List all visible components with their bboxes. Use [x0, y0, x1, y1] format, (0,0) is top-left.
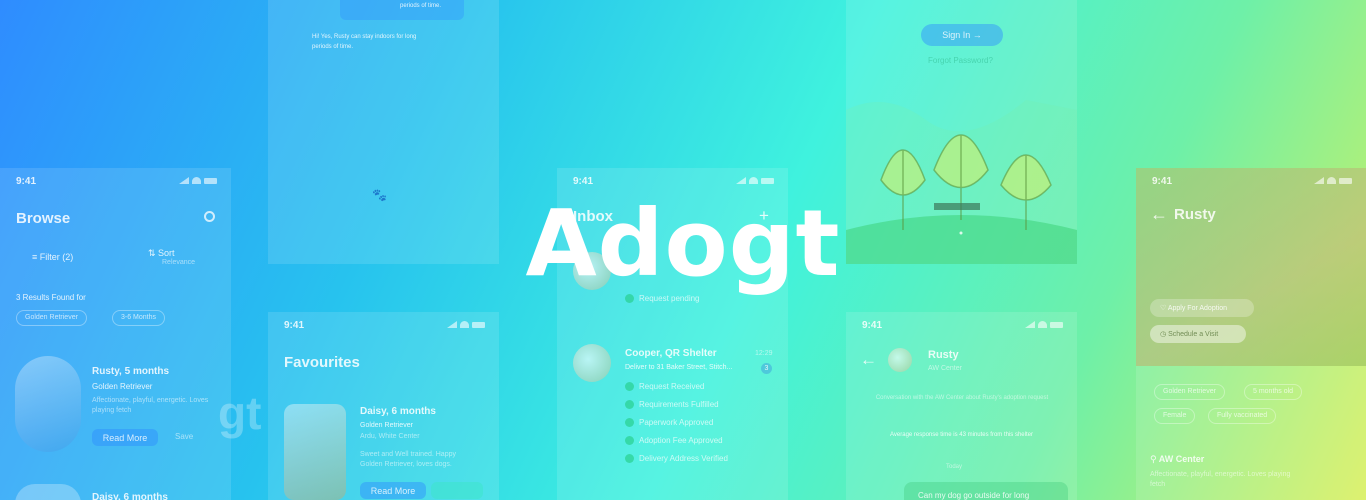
pet-photo[interactable]: [15, 484, 81, 500]
status-bar: 9:41: [284, 320, 485, 332]
wifi-icon: [192, 177, 201, 184]
sign-in-label: Sign In: [942, 30, 971, 40]
page-title: Favourites: [284, 354, 360, 371]
status-time: 9:41: [573, 176, 594, 187]
check-icon: [625, 454, 634, 463]
tag-chip: Fully vaccinated: [1208, 408, 1277, 424]
signal-icon: [736, 177, 746, 184]
chat-button[interactable]: [431, 482, 483, 499]
pet-photo[interactable]: [284, 404, 346, 500]
clock-icon: ◷: [1160, 331, 1169, 338]
check-icon: [625, 382, 634, 391]
apply-button[interactable]: ♡ Apply For Adoption: [1150, 299, 1254, 317]
progress-step: Request Received: [625, 382, 728, 391]
check-icon: [625, 418, 634, 427]
status-bar: 9:41: [1152, 176, 1352, 188]
pet-breed: Golden Retriever: [92, 382, 153, 391]
battery-icon: [761, 177, 774, 184]
step-label: Adoption Fee Approved: [639, 436, 723, 445]
chat-bubble-sent: Can my dog go outside for long: [904, 482, 1068, 500]
status-bar: 9:41: [16, 176, 217, 188]
progress-steps: Request Received Requirements Fulfilled …: [625, 382, 728, 472]
battery-icon: [1339, 177, 1352, 184]
status-time: 9:41: [862, 320, 883, 331]
response-note: Average response time is 43 minutes from…: [890, 432, 1033, 438]
bubble-text: periods of time.: [400, 3, 442, 9]
battery-icon: [1050, 321, 1063, 328]
arrow-right-icon: →: [972, 30, 982, 40]
step-label: Requirements Fulfilled: [639, 400, 719, 409]
signal-icon: [1314, 177, 1324, 184]
chat-title: Rusty: [928, 349, 959, 361]
chat-bubble-sent: periods of time.: [340, 0, 464, 20]
chat-message: Hi! Yes, Rusty can stay indoors for long…: [312, 34, 417, 50]
tag-chip: 5 months old: [1244, 384, 1303, 400]
forgot-password-link[interactable]: Forgot Password?: [928, 56, 993, 65]
day-label: Today: [946, 464, 963, 470]
chat-subtitle: AW Center: [928, 365, 962, 372]
check-icon: [625, 436, 634, 445]
pet-location: Ardu, White Center: [360, 433, 420, 440]
pet-description: Affectionate, playful, energetic. Loves …: [1150, 471, 1291, 488]
back-arrow-icon[interactable]: ←: [860, 350, 877, 370]
wifi-icon: [749, 177, 758, 184]
signal-icon: [1025, 321, 1035, 328]
signal-icon: [179, 177, 189, 184]
brand-logo: Adogt: [525, 190, 841, 297]
avatar: [573, 344, 611, 382]
step-label: Paperwork Approved: [639, 418, 714, 427]
pet-name: Daisy, 6 months: [92, 492, 168, 500]
pet-name: Rusty, 5 months: [92, 366, 170, 377]
wifi-icon: [1038, 321, 1047, 328]
wifi-icon: [460, 321, 469, 328]
location-row: ⚲ AW Center: [1150, 454, 1204, 465]
conversation-address: Deliver to 31 Baker Street, Stitch...: [625, 364, 733, 371]
pet-photo[interactable]: [15, 356, 81, 452]
visit-label: Schedule a Visit: [1168, 331, 1219, 338]
progress-step: Adoption Fee Approved: [625, 436, 728, 445]
battery-icon: [472, 321, 485, 328]
filter-chip[interactable]: 3-6 Months: [112, 310, 166, 326]
signal-icon: [447, 321, 457, 328]
schedule-visit-button[interactable]: ◷ Schedule a Visit: [1150, 325, 1246, 343]
pet-breed: Golden Retriever: [360, 422, 413, 429]
progress-step: Requirements Fulfilled: [625, 400, 728, 409]
step-label: Delivery Address Verified: [639, 454, 728, 463]
heart-icon: ♡: [1160, 305, 1168, 312]
unread-badge: 3: [761, 363, 772, 374]
bubble-text: Can my dog go outside for long: [918, 491, 1030, 500]
avatar: [888, 348, 912, 372]
read-more-button[interactable]: Read More: [360, 482, 426, 499]
wifi-icon: [1327, 177, 1336, 184]
status-time: 9:41: [284, 320, 305, 331]
progress-step: Delivery Address Verified: [625, 454, 728, 463]
save-button[interactable]: Save: [175, 432, 193, 441]
chat-intro: Conversation with the AW Center about Ru…: [875, 395, 1049, 401]
favourites-screen: 9:41 Favourites Daisy, 6 months Golden R…: [268, 312, 499, 500]
pet-description: Sweet and Well trained. Happy Golden Ret…: [360, 451, 456, 468]
check-icon: [625, 400, 634, 409]
progress-step: Paperwork Approved: [625, 418, 728, 427]
tag-chip: Golden Retriever: [1154, 384, 1225, 400]
status-time: 9:41: [1152, 176, 1173, 187]
pin-icon: ⚲: [1150, 454, 1159, 464]
conversation-name[interactable]: Cooper, QR Shelter: [625, 348, 717, 359]
filter-chip[interactable]: Golden Retriever: [16, 310, 87, 326]
conversation-time: 12:29: [755, 350, 773, 357]
ghost-logo-fragment: gt: [218, 387, 262, 439]
apply-label: Apply For Adoption: [1167, 305, 1227, 312]
location-label: AW Center: [1158, 454, 1205, 464]
step-label: Request Received: [639, 382, 705, 391]
tag-chip: Female: [1154, 408, 1196, 424]
pet-name: Daisy, 6 months: [360, 406, 436, 417]
pet-description: Affectionate, playful, energetic. Loves …: [92, 397, 209, 414]
status-time: 9:41: [16, 176, 37, 187]
status-bar: 9:41: [573, 176, 774, 188]
chat-rusty-screen: 9:41 ← Rusty AW Center Conversation with…: [846, 312, 1077, 500]
read-more-button[interactable]: Read More: [92, 429, 158, 446]
status-bar: 9:41: [862, 320, 1063, 332]
sign-in-button[interactable]: Sign In →: [921, 24, 1003, 46]
battery-icon: [204, 177, 217, 184]
